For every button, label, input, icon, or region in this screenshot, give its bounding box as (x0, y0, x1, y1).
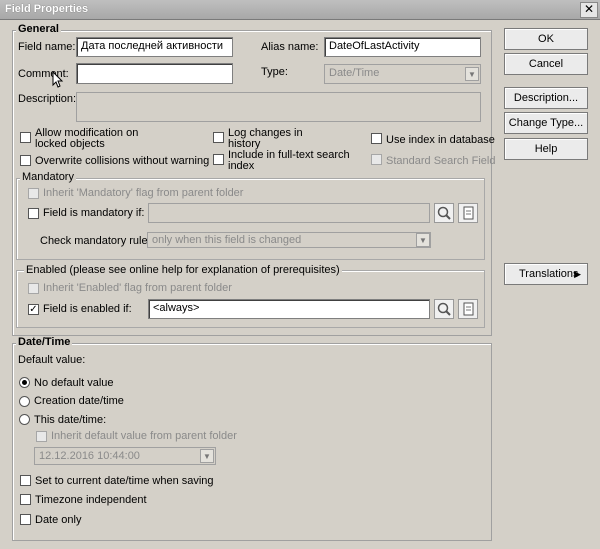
log-changes-label: Log changes in history (228, 127, 303, 150)
comment-input[interactable] (76, 63, 233, 84)
date-value-input[interactable]: 12.12.2016 10:44:00 (34, 447, 216, 465)
mandatory-if-input[interactable] (148, 203, 430, 223)
no-default-label: No default value (34, 377, 114, 389)
inherit-default-checkbox[interactable] (36, 431, 47, 442)
creation-radio[interactable] (19, 396, 30, 407)
mandatory-group-title: Mandatory (20, 171, 76, 183)
close-button[interactable]: ✕ (580, 2, 598, 18)
fulltext-checkbox[interactable] (213, 154, 224, 165)
timezone-checkbox[interactable] (20, 494, 31, 505)
this-date-radio[interactable] (19, 414, 30, 425)
timezone-label: Timezone independent (35, 494, 147, 506)
standard-search-label: Standard Search Field (386, 155, 496, 167)
document-icon (463, 302, 474, 316)
check-rule-select[interactable]: only when this field is changed (147, 232, 431, 248)
chevron-down-icon: ▼ (200, 449, 214, 463)
field-enabled-label: Field is enabled if: (43, 303, 132, 315)
no-default-radio[interactable] (19, 377, 30, 388)
general-group-title: General (16, 23, 61, 35)
search-icon (437, 302, 451, 316)
this-date-label: This date/time: (34, 414, 107, 426)
allow-modification-checkbox[interactable] (20, 132, 31, 143)
allow-modification-label: Allow modification on locked objects (35, 127, 139, 150)
close-icon: ✕ (583, 2, 595, 16)
enabled-search-button[interactable] (434, 299, 454, 319)
set-current-label: Set to current date/time when saving (35, 475, 214, 487)
standard-search-checkbox[interactable] (371, 154, 382, 165)
translations-label: Translations (519, 268, 579, 280)
field-mandatory-label: Field is mandatory if: (43, 207, 145, 219)
alias-name-input[interactable]: DateOfLastActivity (324, 37, 481, 57)
alias-name-label: Alias name: (261, 41, 319, 53)
inherit-mandatory-label: Inherit 'Mandatory' flag from parent fol… (43, 187, 244, 199)
change-type-button[interactable]: Change Type... (504, 112, 588, 134)
description-button[interactable]: Description... (504, 87, 588, 109)
datetime-group (12, 343, 492, 541)
type-label: Type: (261, 66, 288, 78)
overwrite-collisions-checkbox[interactable] (20, 155, 31, 166)
document-icon (463, 206, 474, 220)
check-rule-label: Check mandatory rule: (40, 235, 151, 247)
help-button[interactable]: Help (504, 138, 588, 160)
set-current-checkbox[interactable] (20, 475, 31, 486)
overwrite-collisions-label: Overwrite collisions without warning (35, 155, 210, 167)
description-input[interactable] (76, 92, 481, 122)
log-changes-checkbox[interactable] (213, 132, 224, 143)
arrow-right-icon: ▶ (574, 269, 581, 279)
window-title: Field Properties (5, 3, 89, 15)
mandatory-search-button[interactable] (434, 203, 454, 223)
inherit-mandatory-checkbox[interactable] (28, 188, 39, 199)
search-icon (437, 206, 451, 220)
mouse-cursor-icon (52, 71, 64, 88)
date-only-checkbox[interactable] (20, 514, 31, 525)
field-enabled-checkbox[interactable]: ✓ (28, 304, 39, 315)
title-bar: Field Properties ✕ (0, 0, 600, 20)
enabled-group-title: Enabled (please see online help for expl… (24, 264, 342, 276)
mandatory-edit-button[interactable] (458, 203, 478, 223)
use-index-label: Use index in database (386, 134, 495, 146)
inherit-default-label: Inherit default value from parent folder (51, 430, 237, 442)
inherit-enabled-label: Inherit 'Enabled' flag from parent folde… (43, 282, 232, 294)
description-label: Description: (18, 93, 77, 105)
inherit-enabled-checkbox[interactable] (28, 283, 39, 294)
enabled-if-input[interactable]: <always> (148, 299, 430, 319)
default-value-label: Default value: (18, 354, 86, 366)
translations-button[interactable]: Translations ▶ (504, 263, 588, 285)
cancel-button[interactable]: Cancel (504, 53, 588, 75)
field-mandatory-checkbox[interactable] (28, 208, 39, 219)
enabled-edit-button[interactable] (458, 299, 478, 319)
creation-label: Creation date/time (34, 395, 124, 407)
type-select[interactable]: Date/Time (324, 64, 481, 84)
field-name-input[interactable]: Дата последней активности (76, 37, 233, 57)
field-name-label: Field name: (18, 41, 76, 53)
date-only-label: Date only (35, 514, 82, 526)
chevron-down-icon: ▼ (416, 233, 430, 247)
use-index-checkbox[interactable] (371, 133, 382, 144)
chevron-down-icon: ▼ (465, 67, 479, 81)
datetime-group-title: Date/Time (16, 336, 73, 348)
ok-button[interactable]: OK (504, 28, 588, 50)
fulltext-label: Include in full-text search index (228, 149, 350, 172)
